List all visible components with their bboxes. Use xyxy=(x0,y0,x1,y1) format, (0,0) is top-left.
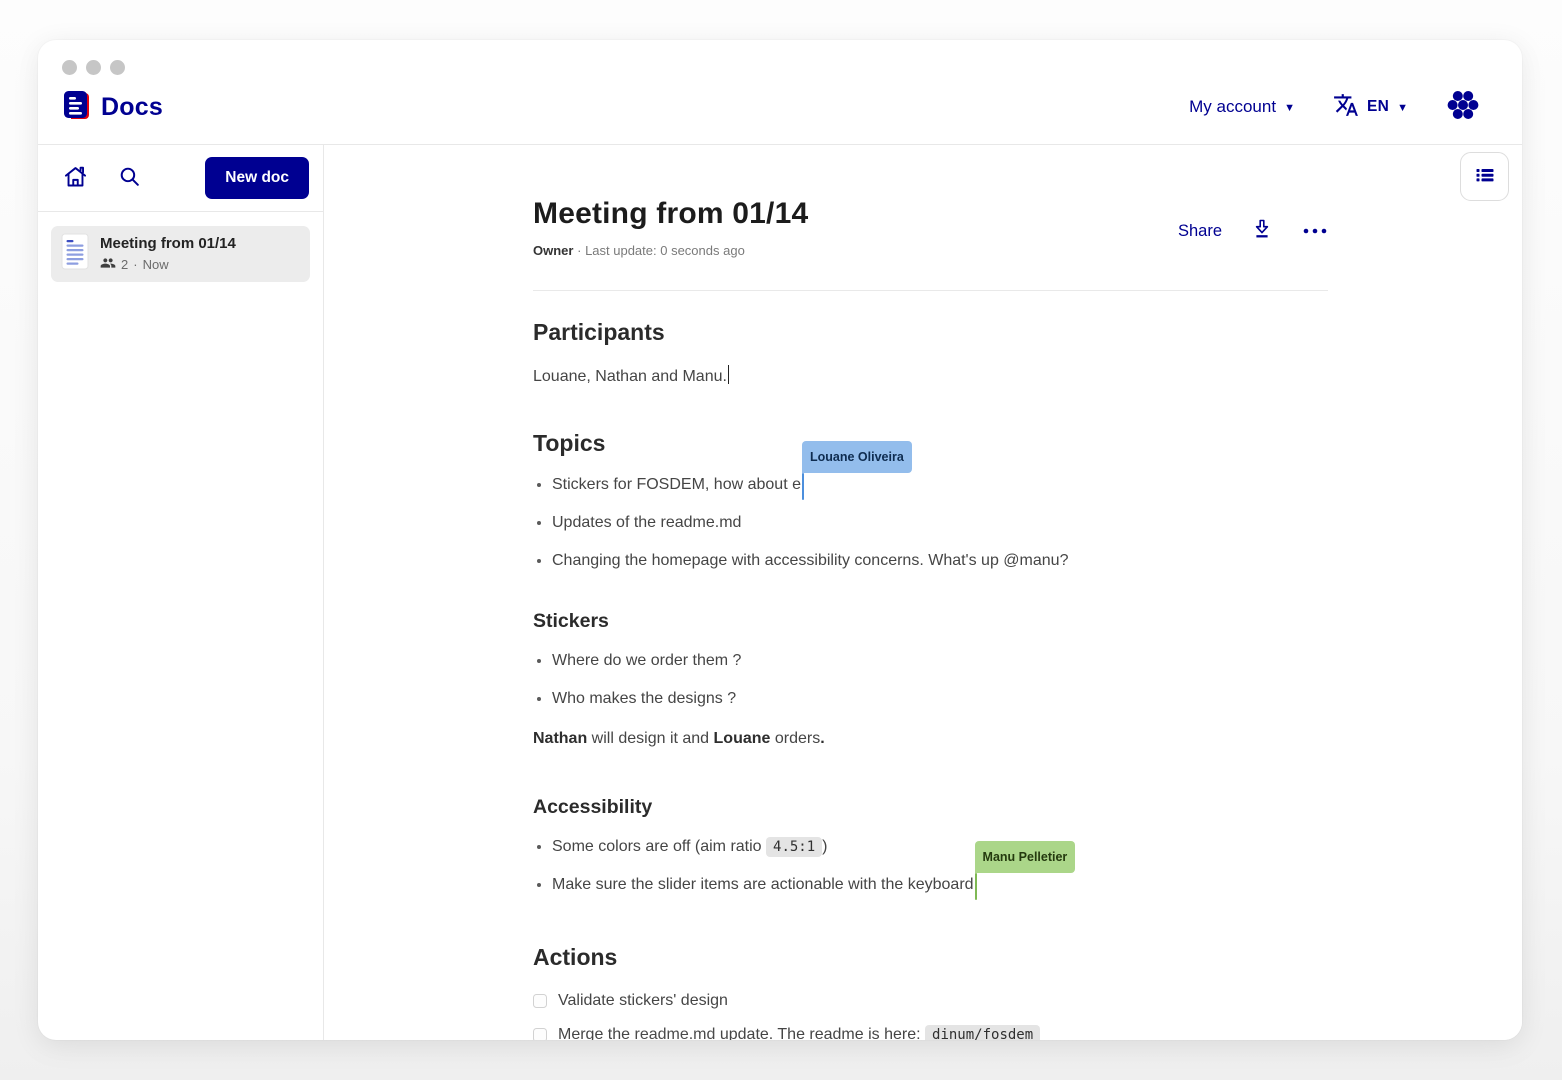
last-update-text: Last update: 0 seconds ago xyxy=(585,243,745,258)
more-options-button[interactable] xyxy=(1302,223,1328,241)
remote-cursor-label: Manu Pelletier xyxy=(975,841,1076,873)
list-item: Changing the homepage with accessibility… xyxy=(552,548,1328,574)
list-item: Make sure the slider items are actionabl… xyxy=(552,872,1328,898)
stickers-note: Nathan will design it and Louane orders. xyxy=(533,726,1328,752)
participants-text: Louane, Nathan and Manu. xyxy=(533,364,1328,390)
share-button[interactable]: Share xyxy=(1178,222,1222,241)
my-account-menu[interactable]: My account ▼ xyxy=(1189,97,1295,117)
window-close-button[interactable] xyxy=(62,60,77,75)
kebab-menu-icon xyxy=(1302,223,1328,241)
table-of-contents-icon xyxy=(1473,163,1497,190)
task-checkbox[interactable] xyxy=(533,1028,547,1040)
code-chip: dinum/fosdem xyxy=(925,1025,1040,1040)
document-item-title: Meeting from 01/14 xyxy=(100,235,236,252)
app-header: Docs My account ▼ EN ▼ xyxy=(38,40,1522,145)
owner-badge: Owner xyxy=(533,243,573,258)
document-meta: Owner · Last update: 0 seconds ago xyxy=(533,243,808,258)
task-item: Merge the readme.md update. The readme i… xyxy=(533,1022,1328,1040)
app-title: Docs xyxy=(101,93,163,122)
task-checkbox[interactable] xyxy=(533,994,547,1008)
window-controls xyxy=(62,60,125,75)
actions-heading: Actions xyxy=(533,942,1328,972)
app-window: Docs My account ▼ EN ▼ xyxy=(38,40,1522,1040)
main-panel: Meeting from 01/14 Owner · Last update: … xyxy=(324,145,1522,1040)
table-of-contents-button[interactable] xyxy=(1460,152,1509,201)
list-item: Where do we order them ? xyxy=(552,648,1328,674)
topics-list: Stickers for FOSDEM, how about eLouane O… xyxy=(533,472,1328,574)
list-item: Stickers for FOSDEM, how about eLouane O… xyxy=(552,472,1328,498)
document-editor[interactable]: Participants Louane, Nathan and Manu. To… xyxy=(533,317,1328,1040)
search-icon xyxy=(117,164,142,192)
task-list: Validate stickers' design Merge the read… xyxy=(533,988,1328,1040)
readme-link[interactable]: readme.md xyxy=(634,1026,715,1040)
search-button[interactable] xyxy=(117,164,142,192)
collaborators-icon xyxy=(100,255,116,274)
topics-heading: Topics xyxy=(533,428,1328,458)
task-label: Validate stickers' design xyxy=(558,992,728,1010)
last-active-time: Now xyxy=(143,257,169,272)
document-list: Meeting from 01/14 2 · Now xyxy=(38,212,323,296)
remote-cursor-label: Louane Oliveira xyxy=(802,441,912,473)
document-title: Meeting from 01/14 xyxy=(533,195,808,233)
new-doc-button[interactable]: New doc xyxy=(205,157,309,199)
chevron-down-icon: ▼ xyxy=(1284,102,1295,114)
window-minimize-button[interactable] xyxy=(86,60,101,75)
home-icon xyxy=(62,163,89,193)
code-chip: 4.5:1 xyxy=(766,837,822,857)
stickers-list: Where do we order them ? Who makes the d… xyxy=(533,648,1328,712)
docs-book-icon xyxy=(62,89,92,126)
apps-grid-button[interactable] xyxy=(1446,88,1480,127)
sidebar-toolbar: New doc xyxy=(38,145,323,212)
accessibility-heading: Accessibility xyxy=(533,794,1328,820)
window-maximize-button[interactable] xyxy=(110,60,125,75)
my-account-label: My account xyxy=(1189,97,1276,117)
language-label: EN xyxy=(1367,98,1389,116)
remote-cursor-louane: Louane Oliveira xyxy=(802,470,805,496)
task-item: Validate stickers' design xyxy=(533,988,1328,1014)
title-divider xyxy=(533,290,1328,291)
list-item: Updates of the readme.md xyxy=(552,510,1328,536)
stickers-heading: Stickers xyxy=(533,608,1328,634)
list-item: Who makes the designs ? xyxy=(552,686,1328,712)
list-item: Some colors are off (aim ratio 4.5:1) xyxy=(552,834,1328,860)
translate-icon xyxy=(1333,92,1359,123)
meta-separator: · xyxy=(133,257,137,272)
participants-heading: Participants xyxy=(533,317,1328,347)
task-label: Merge the readme.md update. The readme i… xyxy=(558,1026,1040,1040)
sidebar: New doc xyxy=(38,145,324,1040)
language-selector[interactable]: EN ▼ xyxy=(1333,92,1408,123)
chevron-down-icon: ▼ xyxy=(1397,102,1408,114)
text-cursor xyxy=(728,365,730,384)
remote-cursor-manu: Manu Pelletier xyxy=(975,870,978,896)
home-button[interactable] xyxy=(62,163,89,193)
document-list-item[interactable]: Meeting from 01/14 2 · Now xyxy=(51,226,310,282)
download-icon xyxy=(1250,217,1274,246)
download-button[interactable] xyxy=(1250,217,1274,246)
app-logo[interactable]: Docs xyxy=(62,89,163,126)
apps-waffle-icon xyxy=(1446,88,1480,127)
accessibility-list: Some colors are off (aim ratio 4.5:1) Ma… xyxy=(533,834,1328,898)
document-thumbnail-icon xyxy=(61,233,89,275)
collaborator-count: 2 xyxy=(121,257,128,272)
